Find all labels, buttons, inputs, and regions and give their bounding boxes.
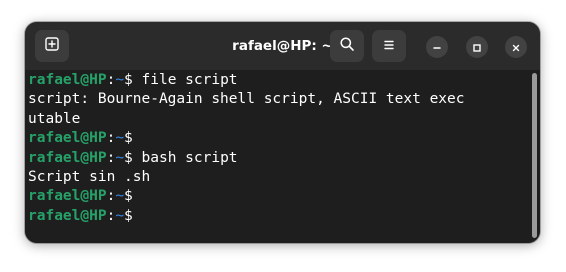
terminal-area[interactable]: rafael@HP:~$ file script script: Bourne-A… (25, 70, 540, 243)
prompt-line: rafael@HP:~$ (28, 207, 526, 226)
prompt-separator: : (106, 149, 116, 166)
minimize-icon (432, 38, 442, 57)
prompt-symbol: $ (124, 72, 133, 88)
title-bar: rafael@HP: ~ (25, 22, 540, 70)
prompt-separator: : (106, 188, 116, 205)
window-title: rafael@HP: ~ (232, 38, 333, 54)
prompt-line: rafael@HP:~$ file script (28, 71, 526, 90)
prompt-user: rafael@HP (28, 188, 107, 205)
new-tab-icon (44, 36, 60, 56)
prompt-path: ~ (115, 72, 125, 88)
command-text: bash script (132, 149, 238, 166)
terminal-output: rafael@HP:~$ file script script: Bourne-A… (28, 71, 526, 226)
prompt-user: rafael@HP (28, 149, 107, 166)
prompt-separator: : (106, 72, 116, 88)
prompt-symbol: $ (124, 207, 133, 224)
maximize-button[interactable] (466, 36, 488, 58)
prompt-symbol: $ (124, 149, 133, 166)
prompt-path: ~ (115, 149, 125, 166)
output-line: script: Bourne-Again shell script, ASCII… (28, 91, 465, 108)
search-icon (339, 36, 355, 56)
close-button[interactable] (505, 36, 527, 58)
prompt-line: rafael@HP:~$ (28, 187, 526, 206)
prompt-user: rafael@HP (28, 207, 107, 224)
command-text: file script (132, 72, 238, 88)
menu-button[interactable] (372, 30, 406, 62)
maximize-icon (472, 38, 482, 57)
close-icon (511, 38, 521, 57)
hamburger-menu-icon (382, 37, 396, 56)
prompt-path: ~ (115, 130, 125, 147)
terminal-window: rafael@HP: ~ rafael@HP:~$ file script sc… (25, 22, 540, 243)
prompt-user: rafael@HP (28, 72, 107, 88)
prompt-path: ~ (115, 188, 125, 205)
output-line: utable (28, 110, 81, 127)
prompt-line: rafael@HP:~$ bash script (28, 149, 526, 168)
search-button[interactable] (330, 30, 364, 62)
prompt-symbol: $ (124, 130, 133, 147)
prompt-separator: : (106, 130, 116, 147)
scrollbar[interactable] (532, 73, 537, 238)
prompt-symbol: $ (124, 188, 133, 205)
new-tab-button[interactable] (35, 30, 69, 62)
prompt-path: ~ (115, 207, 125, 224)
prompt-user: rafael@HP (28, 130, 107, 147)
prompt-line: rafael@HP:~$ (28, 129, 526, 148)
minimize-button[interactable] (426, 36, 448, 58)
prompt-separator: : (106, 207, 116, 224)
output-line: Script sin .sh (28, 169, 151, 186)
